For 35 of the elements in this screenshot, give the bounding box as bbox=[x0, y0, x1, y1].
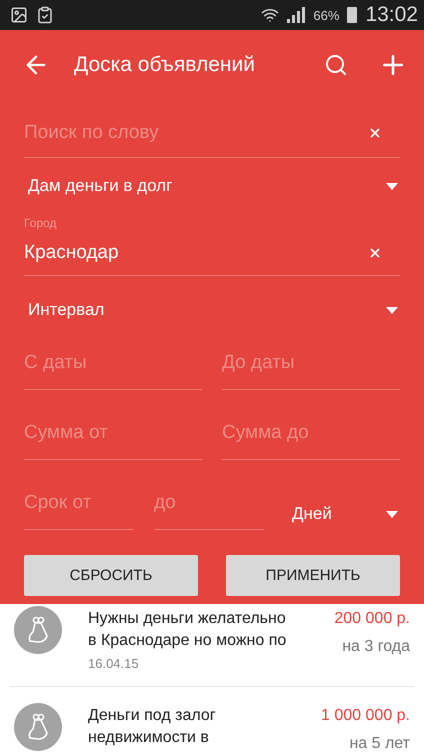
sum-to-field[interactable]: Сумма до bbox=[222, 422, 400, 444]
battery-icon bbox=[347, 7, 358, 23]
listing-title[interactable]: Деньги под залог недвижимости в bbox=[88, 705, 298, 749]
listing-date: 16.04.15 bbox=[88, 656, 140, 671]
term-to-field[interactable]: до bbox=[154, 492, 264, 514]
term-unit-dropdown[interactable]: Дней bbox=[284, 494, 400, 534]
apply-button[interactable]: ПРИМЕНИТЬ bbox=[226, 555, 400, 596]
clear-icon[interactable] bbox=[368, 246, 382, 260]
type-dropdown[interactable]: Дам деньги в долг bbox=[24, 158, 400, 214]
clipboard-icon bbox=[36, 6, 54, 24]
clear-icon[interactable] bbox=[368, 126, 382, 140]
listing-term: на 3 года bbox=[342, 637, 410, 657]
listing-amount: 1 000 000 р. bbox=[321, 706, 410, 726]
signal-icon bbox=[287, 7, 306, 23]
period-dropdown[interactable]: Интервал bbox=[24, 276, 400, 344]
date-from-field[interactable]: С даты bbox=[24, 352, 202, 374]
listing-term: на 5 лет bbox=[349, 734, 410, 754]
image-icon bbox=[10, 6, 28, 24]
clock: 13:02 bbox=[365, 3, 418, 27]
reset-button[interactable]: СБРОСИТЬ bbox=[24, 555, 198, 596]
search-icon bbox=[324, 53, 348, 77]
caret-icon bbox=[386, 510, 398, 518]
term-from-field[interactable]: Срок от bbox=[24, 492, 134, 514]
date-to-field[interactable]: До даты bbox=[222, 352, 400, 374]
wifi-icon bbox=[261, 6, 280, 24]
caret-icon bbox=[386, 182, 398, 190]
screen-title: Доска объявлений bbox=[74, 53, 256, 77]
search-field[interactable]: Поиск по слову bbox=[24, 122, 368, 144]
sum-from-field[interactable]: Сумма от bbox=[24, 422, 202, 444]
city-field[interactable]: Краснодар bbox=[24, 242, 368, 264]
caret-icon bbox=[386, 306, 398, 314]
city-label: Город bbox=[24, 216, 58, 230]
listing-amount: 200 000 р. bbox=[334, 609, 410, 629]
listing-title[interactable]: Нужны деньги желательно в Краснодаре но можно по bbox=[88, 608, 298, 652]
battery-percent: 66% bbox=[313, 8, 340, 22]
